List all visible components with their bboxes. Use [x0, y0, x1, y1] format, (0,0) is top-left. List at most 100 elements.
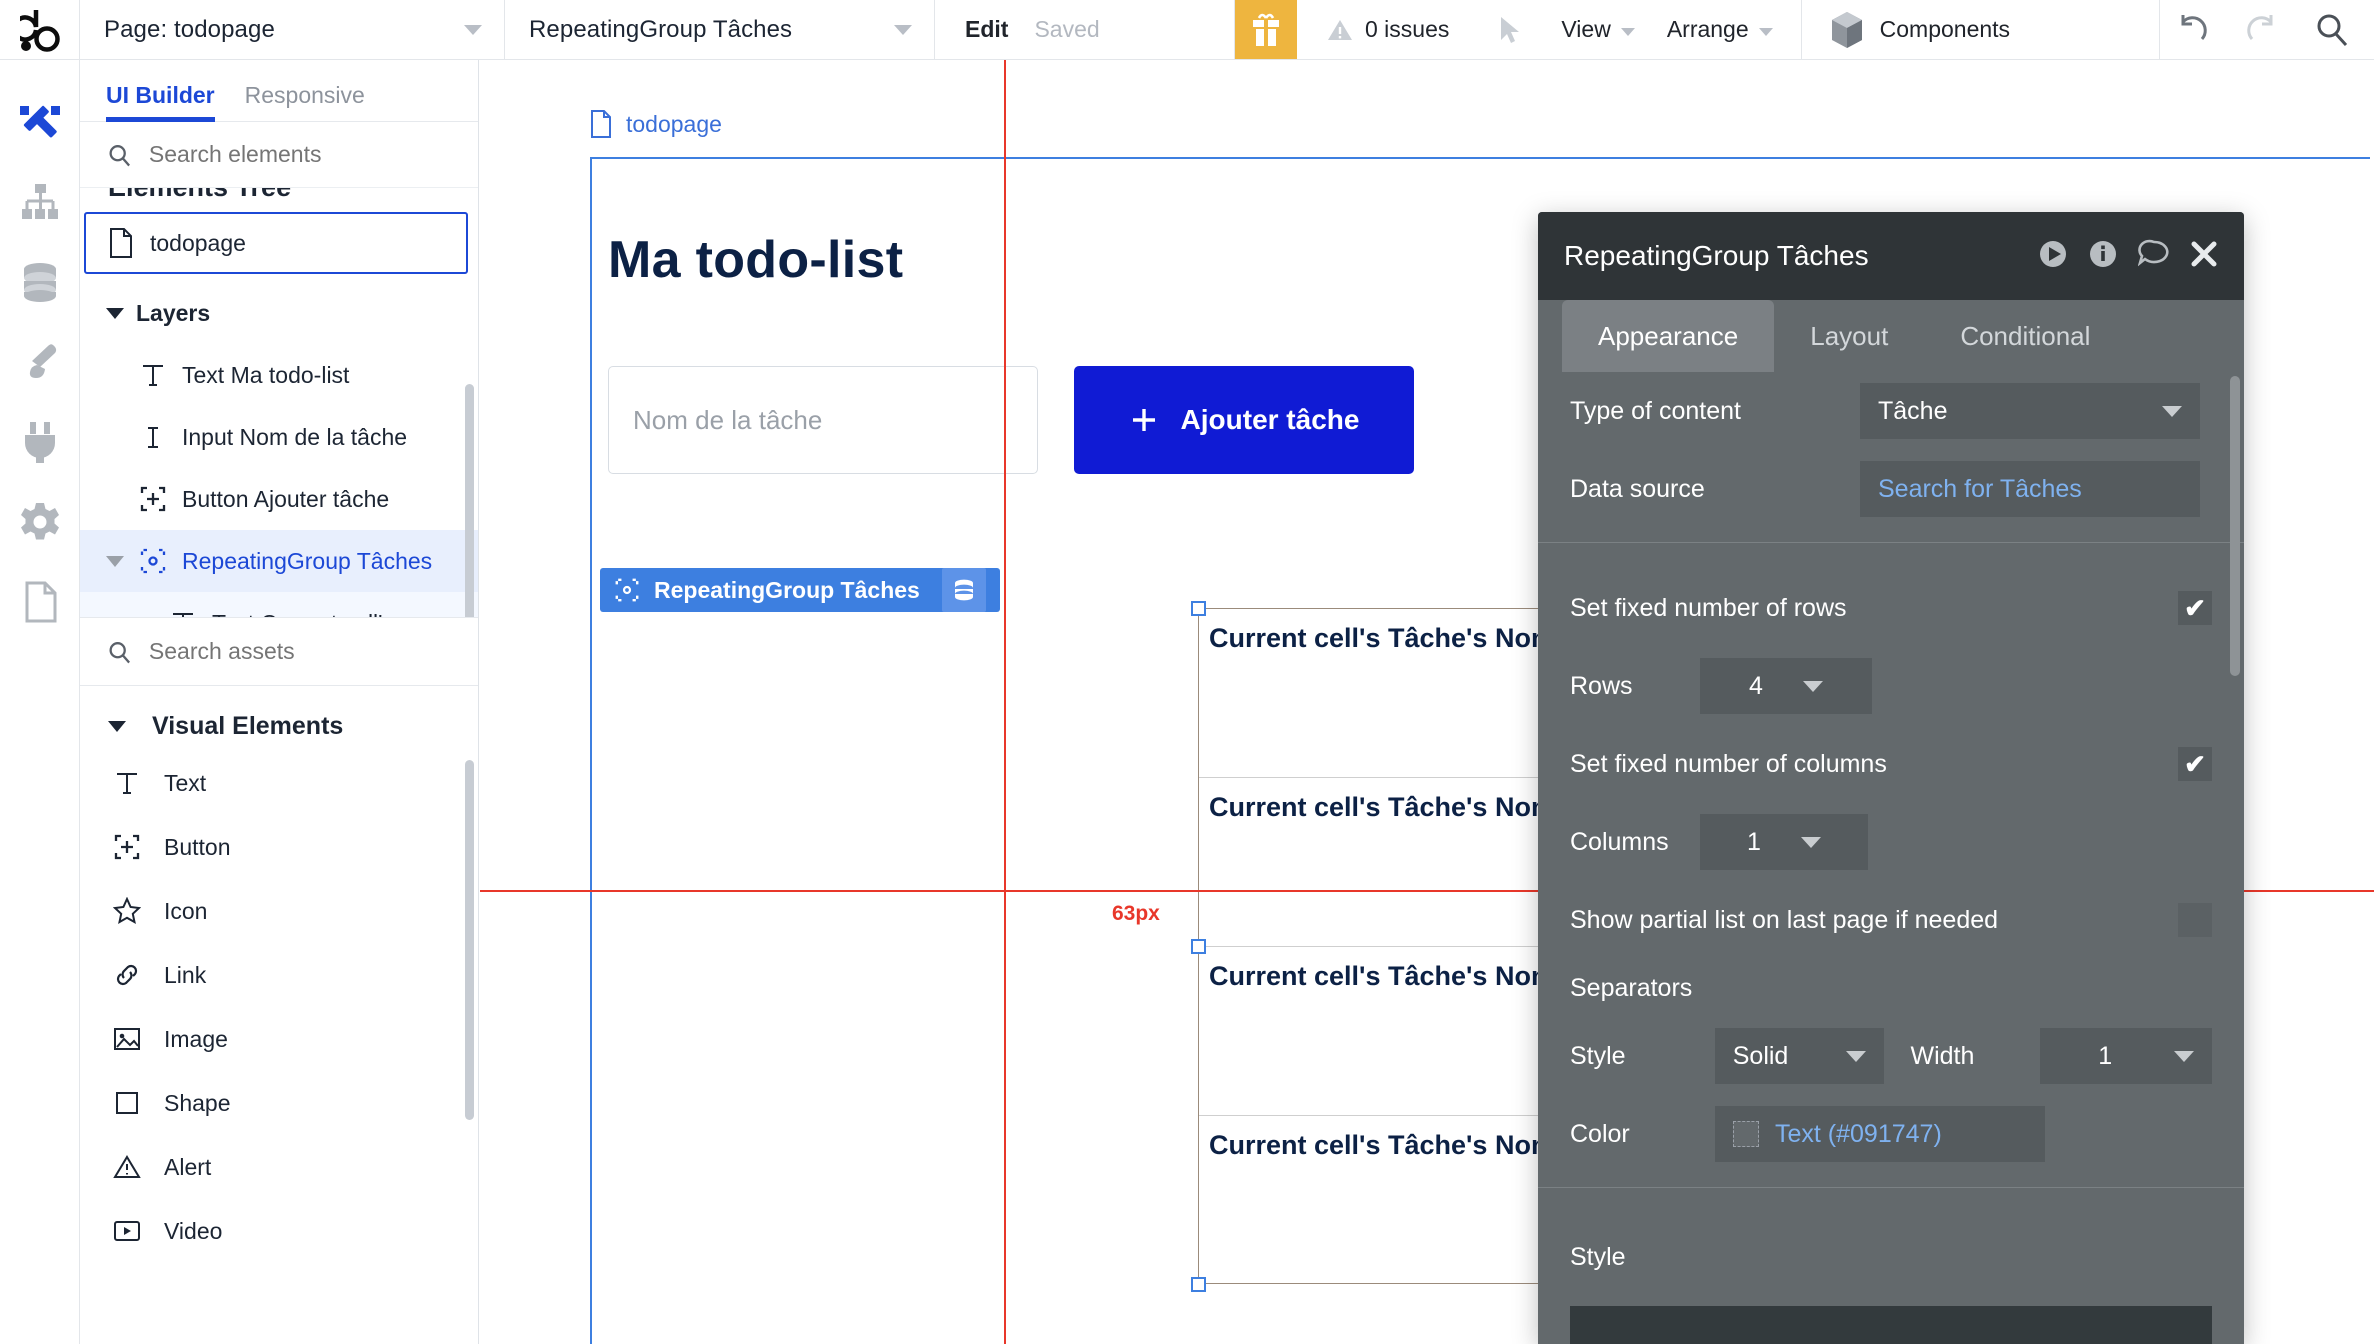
palette-item-video[interactable]: Video — [80, 1199, 478, 1263]
save-status-label: Saved — [1034, 16, 1100, 42]
resize-handle-middle-left[interactable] — [1191, 939, 1206, 954]
view-menu[interactable]: View — [1545, 0, 1650, 59]
tab-responsive[interactable]: Responsive — [245, 82, 365, 121]
row-fixed-rows: Set fixed number of rows ✔ — [1538, 569, 2244, 647]
document-icon[interactable] — [0, 562, 80, 642]
repeating-group-badge[interactable]: RepeatingGroup Tâches — [600, 568, 1000, 612]
guide-line-vertical — [1004, 60, 1006, 1344]
tree-item-repeatinggroup-taches[interactable]: RepeatingGroup Tâches — [80, 530, 478, 592]
undo-icon[interactable] — [2160, 0, 2224, 60]
database-icon[interactable] — [941, 568, 986, 612]
info-circle-icon[interactable] — [2088, 239, 2118, 274]
canvas-page-tab-label: todopage — [626, 110, 722, 137]
issues-indicator[interactable]: 0 issues — [1297, 0, 1475, 59]
tree-item-button-ajouter-tache[interactable]: Button Ajouter tâche — [80, 468, 478, 530]
resize-handle-bottom-left[interactable] — [1191, 1277, 1206, 1292]
cell-text[interactable]: Current cell's Tâche's Nom — [1209, 623, 1555, 654]
visual-elements-label: Visual Elements — [152, 712, 344, 740]
style-field[interactable] — [1570, 1306, 2212, 1344]
fixed-rows-checkbox[interactable]: ✔ — [2178, 591, 2212, 625]
tab-ui-builder[interactable]: UI Builder — [106, 82, 215, 122]
tab-appearance[interactable]: Appearance — [1562, 300, 1775, 372]
partial-list-checkbox[interactable]: . — [2178, 903, 2212, 937]
row-columns: Columns 1 — [1538, 803, 2244, 881]
workflow-hierarchy-icon[interactable] — [0, 162, 80, 242]
palette-item-link[interactable]: Link — [80, 943, 478, 1007]
page-selector[interactable]: Page: todopage — [80, 0, 505, 59]
resize-handle-top-left[interactable] — [1191, 601, 1206, 616]
palette-item-image[interactable]: Image — [80, 1007, 478, 1071]
left-icon-rail — [0, 60, 80, 1344]
palette-item-button[interactable]: Button — [80, 815, 478, 879]
tab-conditional[interactable]: Conditional — [1924, 300, 2126, 372]
tree-item-input-nom-de-la-tache[interactable]: Input Nom de la tâche — [80, 406, 478, 468]
task-name-input[interactable]: Nom de la tâche — [608, 366, 1038, 474]
text-icon — [136, 362, 170, 388]
assets-panel-scrollbar[interactable] — [465, 760, 474, 1120]
color-swatch[interactable] — [1733, 1121, 1759, 1147]
redo-icon[interactable] — [2230, 0, 2294, 60]
input-icon — [136, 424, 170, 450]
tree-group-layers[interactable]: Layers — [80, 282, 478, 344]
bubble-logo-icon[interactable] — [0, 0, 80, 59]
palette-item-text[interactable]: Text — [80, 751, 478, 815]
row-rows: Rows 4 — [1538, 647, 2244, 725]
play-circle-icon[interactable] — [2038, 239, 2068, 274]
style-label: Style — [1570, 1242, 1626, 1271]
type-of-content-select[interactable]: Tâche — [1860, 383, 2200, 439]
page-heading[interactable]: Ma todo-list — [608, 230, 903, 290]
columns-value: 1 — [1747, 827, 1761, 856]
cell-text[interactable]: Current cell's Tâche's Nom — [1209, 961, 1555, 992]
gear-icon[interactable] — [0, 482, 80, 562]
tree-node-todopage[interactable]: todopage — [84, 212, 468, 274]
close-icon[interactable] — [2190, 240, 2218, 273]
columns-select[interactable]: 1 — [1700, 814, 1868, 870]
data-source-field[interactable]: Search for Tâches — [1860, 461, 2200, 517]
add-task-button[interactable]: Ajouter tâche — [1074, 366, 1414, 474]
palette-item-label: Image — [164, 1025, 228, 1052]
components-button[interactable]: Components — [1800, 0, 2034, 59]
edit-mode-label[interactable]: Edit — [965, 16, 1008, 43]
cell-text[interactable]: Current cell's Tâche's Nom — [1209, 792, 1555, 823]
fixed-columns-checkbox[interactable]: ✔ — [2178, 747, 2212, 781]
arrange-menu[interactable]: Arrange — [1651, 0, 1789, 59]
columns-label: Columns — [1570, 827, 1669, 856]
search-icon[interactable] — [2300, 0, 2364, 60]
database-icon[interactable] — [0, 242, 80, 322]
issues-count-label: 0 issues — [1365, 16, 1450, 42]
element-selector[interactable]: RepeatingGroup Tâches — [505, 0, 935, 59]
palette-item-shape[interactable]: Shape — [80, 1071, 478, 1135]
palette-item-alert[interactable]: Alert — [80, 1135, 478, 1199]
separator-color-field[interactable]: Text (#091747) — [1715, 1106, 2045, 1162]
tab-layout[interactable]: Layout — [1774, 300, 1924, 372]
rows-select[interactable]: 4 — [1700, 658, 1872, 714]
search-assets-input[interactable] — [148, 638, 450, 665]
tree-item-text-ma-todo-list[interactable]: Text Ma todo-list — [80, 344, 478, 406]
chevron-down-icon — [108, 721, 126, 732]
search-assets-field[interactable] — [80, 618, 478, 686]
elements-tree-scrollbar[interactable] — [465, 384, 474, 617]
comment-icon[interactable] — [2137, 239, 2170, 274]
gift-icon[interactable] — [1235, 0, 1297, 59]
cursor-arrow-icon[interactable] — [1475, 0, 1545, 59]
chevron-down-icon — [894, 24, 912, 35]
canvas-page-tab[interactable]: todopage — [590, 110, 722, 138]
separator-style-value: Solid — [1732, 1041, 1789, 1070]
fixed-columns-label: Set fixed number of columns — [1570, 749, 1887, 778]
cell-text[interactable]: Current cell's Tâche's Nom — [1209, 1130, 1555, 1161]
search-elements-field[interactable] — [80, 122, 478, 188]
divider — [1538, 1187, 2244, 1188]
separator-style-select[interactable]: Solid — [1714, 1028, 1885, 1084]
separator-width-select[interactable]: 1 — [2040, 1028, 2212, 1084]
visual-elements-section-header[interactable]: Visual Elements — [80, 686, 478, 751]
page-selector-label: Page: todopage — [104, 15, 275, 43]
palette-item-label: Icon — [164, 897, 208, 924]
search-elements-input[interactable] — [148, 141, 450, 168]
tree-item-text-current-cell[interactable]: Text Current cell's ... — [80, 592, 478, 617]
type-of-content-value: Tâche — [1878, 396, 1948, 425]
property-panel-scrollbar[interactable] — [2230, 376, 2240, 676]
palette-item-icon[interactable]: Icon — [80, 879, 478, 943]
paintbrush-icon[interactable] — [0, 322, 80, 402]
plug-icon[interactable] — [0, 402, 80, 482]
design-pencil-ruler-icon[interactable] — [0, 82, 80, 162]
